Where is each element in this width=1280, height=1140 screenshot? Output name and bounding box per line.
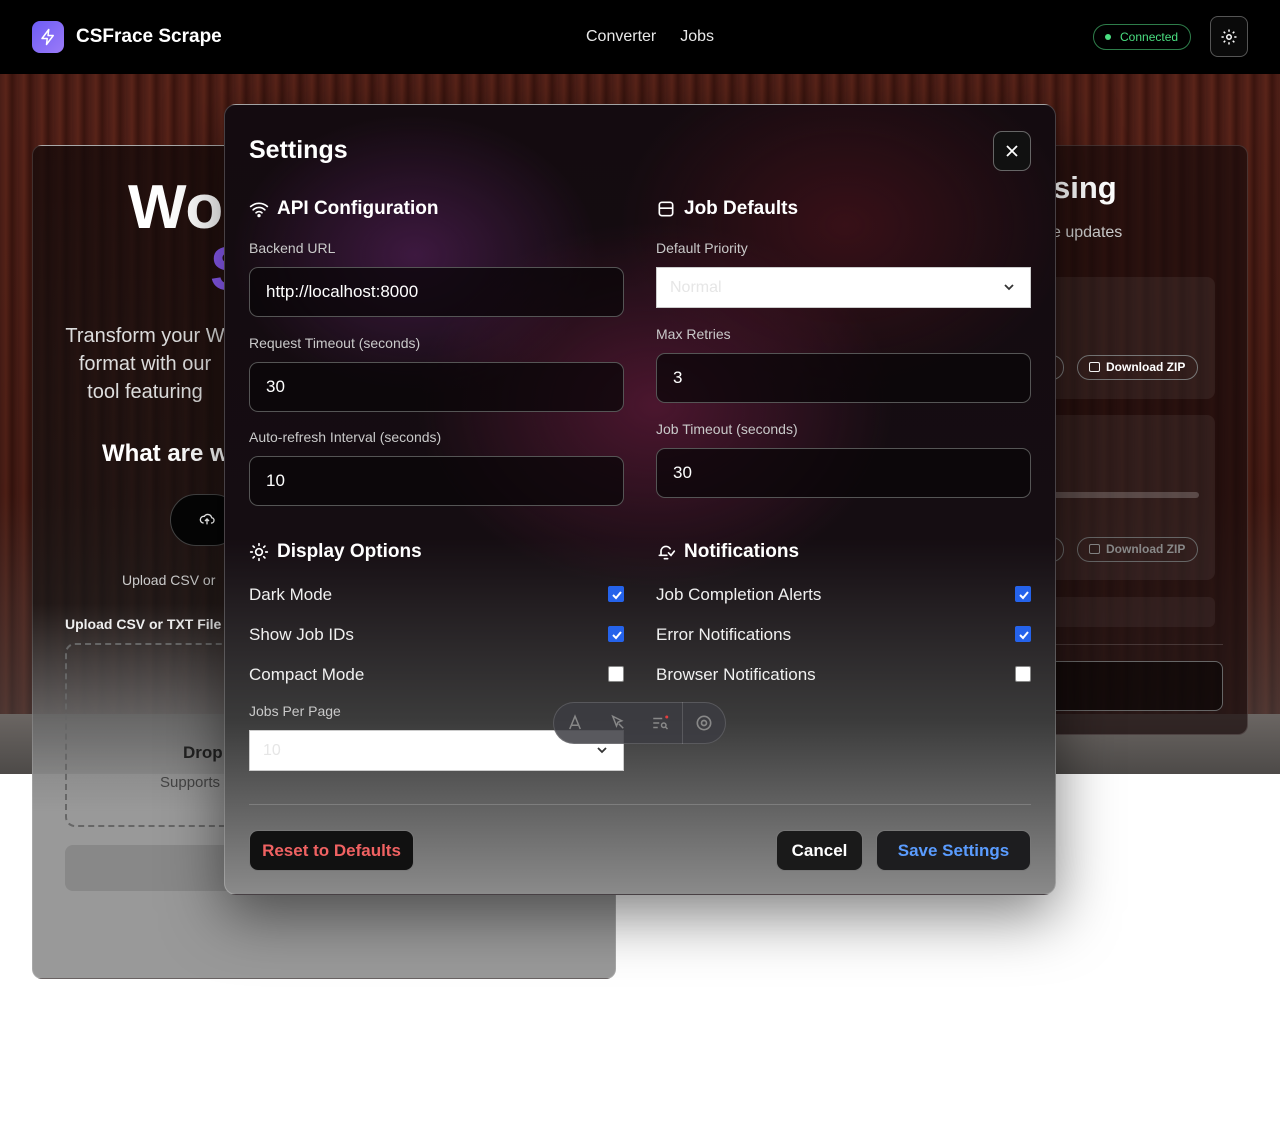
check-icon bbox=[1019, 591, 1029, 600]
processing-title: sing bbox=[1053, 170, 1117, 205]
divider bbox=[1050, 644, 1223, 645]
refresh-interval-input[interactable] bbox=[249, 456, 624, 506]
cursor-inspect-icon bbox=[611, 714, 624, 729]
error-notifications-checkbox[interactable] bbox=[1015, 626, 1031, 642]
dropzone-subtitle: Supports bbox=[160, 774, 221, 791]
download-zip-label: Download ZIP bbox=[1106, 360, 1186, 374]
astro-icon bbox=[569, 714, 582, 730]
chevron-down-icon bbox=[597, 747, 607, 754]
job-defaults-heading-text: Job Defaults bbox=[684, 198, 799, 219]
default-priority-label: Default Priority bbox=[656, 240, 748, 256]
api-config-heading: API Configuration bbox=[249, 198, 438, 220]
backend-url-input[interactable] bbox=[249, 267, 624, 317]
notifications-heading: Notifications bbox=[656, 541, 799, 563]
reset-defaults-button[interactable]: Reset to Defaults bbox=[249, 830, 414, 871]
error-notifications-option[interactable]: Error Notifications bbox=[656, 623, 1031, 647]
display-options-heading: Display Options bbox=[249, 541, 422, 563]
show-job-ids-option[interactable]: Show Job IDs bbox=[249, 623, 624, 647]
browser-notifications-checkbox[interactable] bbox=[1015, 666, 1031, 682]
close-button[interactable] bbox=[993, 131, 1031, 171]
hero-question: What are w bbox=[102, 440, 229, 467]
browser-notifications-option[interactable]: Browser Notifications bbox=[656, 663, 1031, 687]
chevron-down-icon bbox=[1004, 284, 1014, 291]
close-icon bbox=[1006, 145, 1018, 157]
jobs-per-page-label: Jobs Per Page bbox=[249, 703, 341, 719]
sun-icon bbox=[249, 542, 269, 562]
app-title[interactable]: CSFrace Scrape bbox=[76, 26, 222, 48]
request-timeout-input[interactable] bbox=[249, 362, 624, 412]
error-notifications-label: Error Notifications bbox=[656, 625, 792, 644]
job-completion-alerts-checkbox[interactable] bbox=[1015, 586, 1031, 602]
upload-label: Upload CSV or TXT File bbox=[65, 616, 222, 632]
default-priority-select[interactable]: Normal bbox=[656, 267, 1031, 308]
toolbar-settings-button[interactable] bbox=[682, 702, 725, 744]
gear-icon bbox=[696, 715, 712, 731]
dark-mode-checkbox[interactable] bbox=[608, 586, 624, 602]
check-icon bbox=[612, 631, 622, 640]
cancel-button[interactable]: Cancel bbox=[776, 830, 863, 871]
inspect-button[interactable] bbox=[597, 702, 640, 744]
notifications-heading-text: Notifications bbox=[684, 541, 800, 562]
job-timeout-label: Job Timeout (seconds) bbox=[656, 421, 798, 437]
request-timeout-label: Request Timeout (seconds) bbox=[249, 335, 421, 351]
show-job-ids-label: Show Job IDs bbox=[249, 625, 354, 644]
modal-footer-divider bbox=[249, 804, 1031, 805]
main-nav: Converter Jobs bbox=[586, 28, 714, 46]
job-completion-alerts-option[interactable]: Job Completion Alerts bbox=[656, 583, 1031, 607]
download-zip-label: Download ZIP bbox=[1106, 542, 1186, 556]
audit-button[interactable] bbox=[639, 702, 682, 744]
app-logo[interactable] bbox=[32, 21, 64, 53]
api-config-heading-text: API Configuration bbox=[277, 198, 439, 219]
status-dot-icon bbox=[1105, 34, 1111, 40]
upload-hint: Upload CSV or bbox=[122, 572, 216, 588]
compact-mode-option[interactable]: Compact Mode bbox=[249, 663, 624, 687]
gear-icon bbox=[1221, 29, 1237, 44]
default-priority-value: Normal bbox=[670, 279, 722, 296]
settings-button[interactable] bbox=[1210, 16, 1248, 57]
job-completion-alerts-label: Job Completion Alerts bbox=[656, 585, 822, 604]
backend-url-label: Backend URL bbox=[249, 240, 336, 256]
show-job-ids-checkbox[interactable] bbox=[608, 626, 624, 642]
cloud-upload-icon bbox=[199, 513, 215, 525]
save-settings-button[interactable]: Save Settings bbox=[876, 830, 1031, 871]
astro-menu-button[interactable] bbox=[554, 702, 597, 744]
check-icon bbox=[612, 591, 622, 600]
archive-icon bbox=[1089, 544, 1100, 554]
refresh-interval-label: Auto-refresh Interval (seconds) bbox=[249, 429, 442, 445]
nav-converter[interactable]: Converter bbox=[586, 28, 656, 46]
jobs-per-page-value: 10 bbox=[263, 742, 281, 759]
browser-notifications-label: Browser Notifications bbox=[656, 665, 816, 684]
compact-mode-label: Compact Mode bbox=[249, 665, 365, 684]
max-retries-input[interactable] bbox=[656, 353, 1031, 403]
list-search-icon bbox=[653, 715, 669, 730]
hero-title: Wo bbox=[128, 173, 224, 242]
display-options-heading-text: Display Options bbox=[277, 541, 422, 562]
job-timeout-input[interactable] bbox=[656, 448, 1031, 498]
compact-mode-checkbox[interactable] bbox=[608, 666, 624, 682]
bolt-icon bbox=[41, 28, 54, 46]
max-retries-label: Max Retries bbox=[656, 326, 731, 342]
modal-title: Settings bbox=[249, 136, 348, 164]
download-zip-button[interactable]: Download ZIP bbox=[1077, 355, 1199, 380]
download-zip-button[interactable]: Download ZIP bbox=[1077, 537, 1199, 562]
job-defaults-heading: Job Defaults bbox=[656, 198, 798, 220]
job-progress-bar bbox=[1050, 492, 1199, 498]
dark-mode-option[interactable]: Dark Mode bbox=[249, 583, 624, 607]
hero-description: Transform your W format with our tool fe… bbox=[65, 325, 225, 403]
bell-icon bbox=[658, 545, 676, 560]
connection-status-badge: Connected bbox=[1093, 24, 1192, 50]
nav-jobs[interactable]: Jobs bbox=[680, 28, 714, 46]
wifi-icon bbox=[249, 202, 269, 218]
connection-status-text: Connected bbox=[1120, 30, 1179, 44]
job-item bbox=[1040, 277, 1215, 399]
check-icon bbox=[1019, 631, 1029, 640]
archive-icon bbox=[1089, 362, 1100, 372]
url-input[interactable] bbox=[1040, 661, 1223, 711]
job-item bbox=[1040, 597, 1215, 627]
processing-subtitle: e updates bbox=[1052, 224, 1123, 241]
floating-dev-toolbar bbox=[553, 702, 726, 744]
dropzone-title: Drop bbox=[183, 743, 223, 762]
dark-mode-label: Dark Mode bbox=[249, 585, 333, 604]
database-icon bbox=[658, 201, 674, 217]
